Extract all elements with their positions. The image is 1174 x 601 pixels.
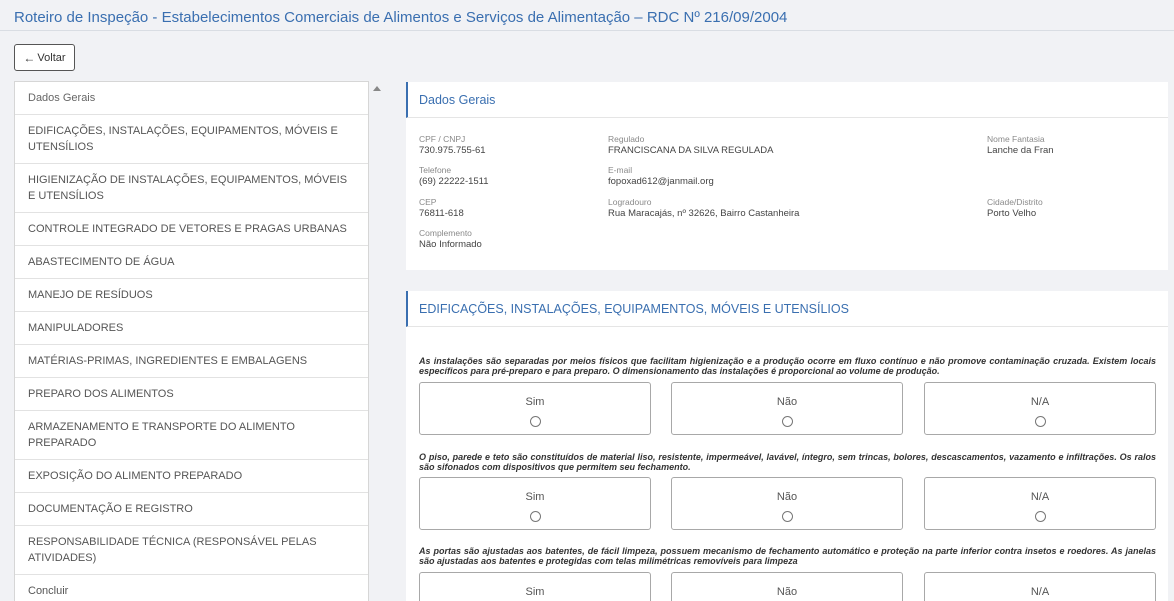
option-nao[interactable]: Não (671, 477, 903, 530)
page-title: Roteiro de Inspeção - Estabelecimentos C… (14, 9, 788, 26)
nome-fantasia-label: Nome Fantasia (987, 134, 1045, 144)
sidebar-item-exposicao-alimento[interactable]: EXPOSIÇÃO DO ALIMENTO PREPARADO (15, 460, 368, 493)
sidebar-item-edificacoes[interactable]: EDIFICAÇÕES, INSTALAÇÕES, EQUIPAMENTOS, … (15, 115, 368, 164)
question-text: As instalações são separadas por meios f… (419, 356, 1156, 376)
option-label: N/A (1030, 586, 1050, 598)
question-text: O piso, parede e teto são constituídos d… (419, 452, 1156, 472)
section-sidebar: Dados Gerais EDIFICAÇÕES, INSTALAÇÕES, E… (14, 81, 369, 601)
cidade-value: Porto Velho (987, 208, 1037, 219)
option-sim[interactable]: Sim (419, 382, 651, 435)
sidebar-item-responsabilidade-tecnica[interactable]: RESPONSABILIDADE TÉCNICA (RESPONSÁVEL PE… (15, 526, 368, 575)
sidebar-item-preparo-alimentos[interactable]: PREPARO DOS ALIMENTOS (15, 378, 368, 411)
back-button[interactable]: ← Voltar (14, 44, 75, 71)
sidebar-item-higienizacao[interactable]: HIGIENIZAÇÃO DE INSTALAÇÕES, EQUIPAMENTO… (15, 164, 368, 213)
back-button-label: Voltar (37, 51, 66, 64)
option-na[interactable]: N/A (924, 572, 1156, 601)
logradouro-value: Rua Maracajás, nº 32626, Bairro Castanhe… (608, 208, 800, 219)
option-label: Não (776, 396, 798, 408)
complemento-field: Complemento Não Informado (419, 228, 482, 251)
option-na[interactable]: N/A (924, 382, 1156, 435)
cpf-label: CPF / CNPJ (419, 134, 466, 144)
regulado-value: FRANCISCANA DA SILVA REGULADA (608, 145, 774, 156)
question-text: As portas são ajustadas aos batentes, de… (419, 546, 1156, 566)
cep-label: CEP (419, 197, 437, 207)
sidebar-scrollbar[interactable] (370, 81, 384, 601)
option-nao[interactable]: Não (671, 572, 903, 601)
option-label: Não (776, 491, 798, 503)
regulado-field: Regulado FRANCISCANA DA SILVA REGULADA (608, 134, 773, 157)
cep-field: CEP 76811-618 (419, 197, 464, 220)
radio-button[interactable] (530, 416, 541, 427)
sidebar-item-controle-pragas[interactable]: CONTROLE INTEGRADO DE VETORES E PRAGAS U… (15, 213, 368, 246)
edificacoes-panel: EDIFICAÇÕES, INSTALAÇÕES, EQUIPAMENTOS, … (406, 291, 1168, 601)
radio-button[interactable] (782, 416, 793, 427)
logradouro-label: Logradouro (608, 197, 652, 207)
telefone-label: Telefone (419, 165, 452, 175)
telefone-field: Telefone (69) 22222-1511 (419, 165, 489, 188)
cpf-value: 730.975.755-61 (419, 145, 486, 156)
option-na[interactable]: N/A (924, 477, 1156, 530)
sidebar-item-armazenamento-transporte[interactable]: ARMAZENAMENTO E TRANSPORTE DO ALIMENTO P… (15, 411, 368, 460)
option-nao[interactable]: Não (671, 382, 903, 435)
option-sim[interactable]: Sim (419, 477, 651, 530)
sidebar-item-documentacao[interactable]: DOCUMENTAÇÃO E REGISTRO (15, 493, 368, 526)
logradouro-field: Logradouro Rua Maracajás, nº 32626, Bair… (608, 197, 799, 220)
option-label: Sim (525, 586, 545, 598)
cidade-label: Cidade/Distrito (987, 197, 1043, 207)
complemento-value: Não Informado (419, 239, 482, 250)
edificacoes-heading: EDIFICAÇÕES, INSTALAÇÕES, EQUIPAMENTOS, … (406, 291, 1168, 327)
radio-button[interactable] (530, 511, 541, 522)
scroll-up-arrow-icon[interactable] (373, 86, 381, 91)
option-label: Sim (525, 396, 545, 408)
dados-gerais-panel: Dados Gerais CPF / CNPJ 730.975.755-61 R… (406, 82, 1168, 270)
sidebar-item-concluir[interactable]: Concluir (15, 575, 368, 601)
radio-button[interactable] (1035, 416, 1046, 427)
option-sim[interactable]: Sim (419, 572, 651, 601)
cidade-field: Cidade/Distrito Porto Velho (987, 197, 1043, 220)
email-value: fopoxad612@janmail.org (608, 176, 714, 187)
sidebar-item-dados-gerais[interactable]: Dados Gerais (15, 82, 368, 115)
arrow-left-icon: ← (23, 50, 36, 65)
option-label: Não (776, 586, 798, 598)
email-label: E-mail (608, 165, 633, 175)
option-label: N/A (1030, 491, 1050, 503)
cpf-field: CPF / CNPJ 730.975.755-61 (419, 134, 486, 157)
sidebar-item-abastecimento-agua[interactable]: ABASTECIMENTO DE ÁGUA (15, 246, 368, 279)
title-divider (0, 30, 1174, 31)
telefone-value: (69) 22222-1511 (419, 176, 489, 187)
sidebar-item-manipuladores[interactable]: MANIPULADORES (15, 312, 368, 345)
radio-button[interactable] (1035, 511, 1046, 522)
nome-fantasia-value: Lanche da Fran (987, 145, 1054, 156)
complemento-label: Complemento (419, 228, 472, 238)
option-label: Sim (525, 491, 545, 503)
dados-gerais-heading: Dados Gerais (406, 82, 1168, 118)
cep-value: 76811-618 (419, 208, 464, 219)
sidebar-item-manejo-residuos[interactable]: MANEJO DE RESÍDUOS (15, 279, 368, 312)
nome-fantasia-field: Nome Fantasia Lanche da Fran (987, 134, 1054, 157)
radio-button[interactable] (782, 511, 793, 522)
sidebar-item-materias-primas[interactable]: MATÉRIAS-PRIMAS, INGREDIENTES E EMBALAGE… (15, 345, 368, 378)
regulado-label: Regulado (608, 134, 645, 144)
option-label: N/A (1030, 396, 1050, 408)
email-field: E-mail fopoxad612@janmail.org (608, 165, 714, 188)
